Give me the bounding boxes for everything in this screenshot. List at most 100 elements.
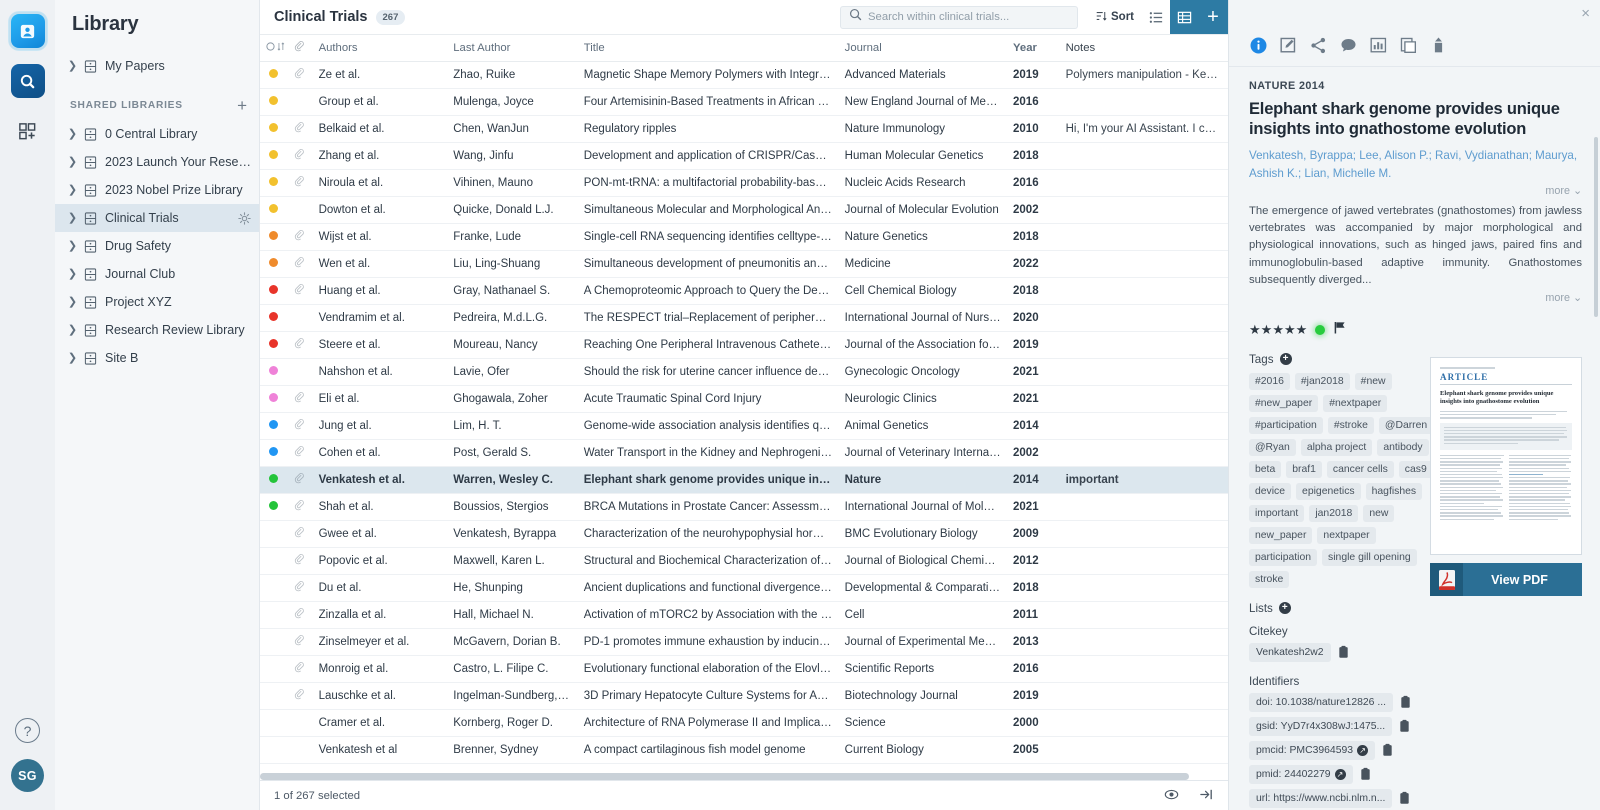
table-row[interactable]: Wen et al. Liu, Ling-Shuang Simultaneous… [260, 250, 1228, 277]
tag-chip[interactable]: braf1 [1286, 461, 1322, 478]
external-link-icon[interactable]: ↗ [1335, 769, 1346, 780]
identifier-value[interactable]: doi: 10.1038/nature12826 ... [1249, 693, 1393, 712]
chevron-right-icon[interactable]: ❯ [68, 185, 77, 196]
chevron-right-icon[interactable]: ❯ [68, 297, 77, 308]
row-attachment-icon[interactable] [287, 277, 312, 304]
column-header-title[interactable]: Title [578, 35, 839, 61]
row-status-dot[interactable] [260, 412, 287, 439]
tag-chip[interactable]: #jan2018 [1295, 373, 1350, 390]
row-status-dot[interactable] [260, 520, 287, 547]
row-attachment-icon[interactable] [287, 88, 312, 115]
column-header-status[interactable] [260, 35, 287, 61]
column-header-last-author[interactable]: Last Author [447, 35, 577, 61]
row-status-dot[interactable] [260, 223, 287, 250]
add-item-button[interactable]: + [1198, 0, 1228, 34]
star-icon[interactable]: ★ [1249, 322, 1261, 337]
external-link-icon[interactable]: ↗ [1357, 745, 1368, 756]
table-row[interactable]: Lauschke et al. Ingelman-Sundberg, M... … [260, 682, 1228, 709]
row-status-dot[interactable] [260, 574, 287, 601]
row-attachment-icon[interactable] [287, 439, 312, 466]
paper-authors[interactable]: Venkatesh, Byrappa; Lee, Alison P.; Ravi… [1249, 147, 1582, 182]
star-icon[interactable]: ★ [1261, 322, 1273, 337]
help-icon[interactable]: ? [15, 718, 40, 743]
citekey-value[interactable]: Venkatesh2w2 [1249, 643, 1331, 662]
row-status-dot[interactable] [260, 304, 287, 331]
table-row[interactable]: Nahshon et al. Lavie, Ofer Should the ri… [260, 358, 1228, 385]
row-status-dot[interactable] [260, 142, 287, 169]
row-attachment-icon[interactable] [287, 601, 312, 628]
table-row[interactable]: Belkaid et al. Chen, WanJun Regulatory r… [260, 115, 1228, 142]
row-attachment-icon[interactable] [287, 331, 312, 358]
search-box[interactable] [840, 6, 1078, 29]
collapse-panel-icon[interactable] [1199, 787, 1214, 805]
preview-toggle-icon[interactable] [1164, 787, 1179, 805]
add-tag-button[interactable]: + [1280, 353, 1292, 365]
tag-chip[interactable]: antibody [1377, 439, 1428, 456]
tag-chip[interactable]: device [1249, 483, 1291, 500]
table-view-button[interactable] [1170, 0, 1198, 34]
chart-icon[interactable] [1369, 36, 1388, 55]
tag-chip[interactable]: @Darren [1379, 417, 1433, 434]
table-row[interactable]: Ze et al. Zhao, Ruike Magnetic Shape Mem… [260, 61, 1228, 88]
row-attachment-icon[interactable] [287, 628, 312, 655]
chevron-right-icon[interactable]: ❯ [68, 241, 77, 252]
row-attachment-icon[interactable] [287, 196, 312, 223]
tag-chip[interactable]: cancer cells [1327, 461, 1394, 478]
row-status-dot[interactable] [260, 385, 287, 412]
tag-chip[interactable]: cas9 [1399, 461, 1433, 478]
column-header-notes[interactable]: Notes [1060, 35, 1228, 61]
row-status-dot[interactable] [260, 61, 287, 88]
row-attachment-icon[interactable] [287, 574, 312, 601]
row-status-dot[interactable] [260, 736, 287, 763]
row-status-dot[interactable] [260, 655, 287, 682]
row-status-dot[interactable] [260, 88, 287, 115]
tag-chip[interactable]: #nextpaper [1323, 395, 1387, 412]
row-attachment-icon[interactable] [287, 169, 312, 196]
sidebar-item-my-papers[interactable]: ❯ My Papers [55, 52, 259, 80]
chevron-right-icon[interactable]: ❯ [68, 269, 77, 280]
row-attachment-icon[interactable] [287, 142, 312, 169]
chevron-right-icon[interactable]: ❯ [68, 353, 77, 364]
row-attachment-icon[interactable] [287, 466, 312, 493]
copy-identifier-icon[interactable] [1399, 695, 1412, 709]
tag-chip[interactable]: important [1249, 505, 1304, 522]
tag-chip[interactable]: new_paper [1249, 527, 1312, 544]
horizontal-scrollbar[interactable] [260, 773, 1189, 780]
row-status-dot[interactable] [260, 250, 287, 277]
table-row[interactable]: Eli et al. Ghogawala, Zoher Acute Trauma… [260, 385, 1228, 412]
sidebar-item-0-central-library[interactable]: ❯ 0 Central Library [55, 120, 259, 148]
table-row[interactable]: Huang et al. Gray, Nathanael S. A Chemop… [260, 277, 1228, 304]
more-abstract-link[interactable]: more ⌄ [1249, 291, 1582, 304]
row-attachment-icon[interactable] [287, 304, 312, 331]
tag-chip[interactable]: #stroke [1328, 417, 1374, 434]
tag-chip[interactable]: @Ryan [1249, 439, 1296, 456]
tag-chip[interactable]: #2016 [1249, 373, 1290, 390]
row-attachment-icon[interactable] [287, 412, 312, 439]
sidebar-item-journal-club[interactable]: ❯ Journal Club [55, 260, 259, 288]
copy-identifier-icon[interactable] [1398, 719, 1411, 733]
row-attachment-icon[interactable] [287, 655, 312, 682]
row-attachment-icon[interactable] [287, 547, 312, 574]
table-row[interactable]: Steere et al. Moureau, Nancy Reaching On… [260, 331, 1228, 358]
sidebar-item-drug-safety[interactable]: ❯ Drug Safety [55, 232, 259, 260]
row-status-dot[interactable] [260, 682, 287, 709]
info-icon[interactable] [1249, 36, 1268, 55]
row-attachment-icon[interactable] [287, 493, 312, 520]
tag-chip[interactable]: alpha project [1301, 439, 1373, 456]
chevron-right-icon[interactable]: ❯ [68, 325, 77, 336]
identifier-value[interactable]: gsid: YyD7r4x308wJ:1475... [1249, 717, 1392, 736]
tag-chip[interactable]: jan2018 [1309, 505, 1358, 522]
view-pdf-button[interactable]: View PDF [1430, 563, 1582, 596]
tag-chip[interactable]: participation [1249, 549, 1317, 566]
row-attachment-icon[interactable] [287, 520, 312, 547]
star-rating[interactable]: ★★★★★ [1249, 321, 1307, 339]
row-attachment-icon[interactable] [287, 115, 312, 142]
chevron-right-icon[interactable]: ❯ [68, 157, 77, 168]
tag-chip[interactable]: hagfishes [1366, 483, 1422, 500]
table-row[interactable]: Cramer et al. Kornberg, Roger D. Archite… [260, 709, 1228, 736]
table-row[interactable]: Gwee et al. Venkatesh, Byrappa Character… [260, 520, 1228, 547]
row-attachment-icon[interactable] [287, 358, 312, 385]
copy-identifier-icon[interactable] [1359, 767, 1372, 781]
table-row[interactable]: Dowton et al. Quicke, Donald L.J. Simult… [260, 196, 1228, 223]
sidebar-item-clinical-trials[interactable]: ❯ Clinical Trials [55, 204, 259, 232]
